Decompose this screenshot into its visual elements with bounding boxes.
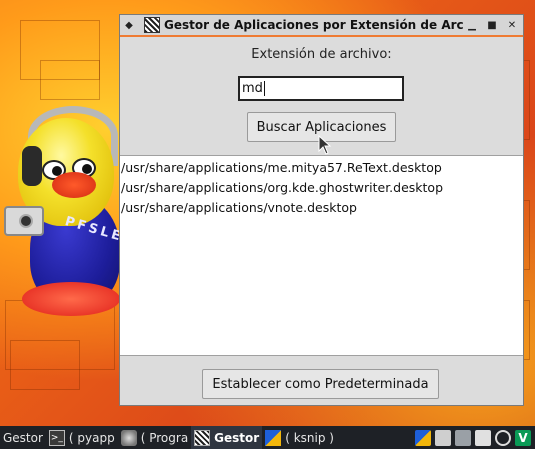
window-title: Gestor de Aplicaciones por Extensión de … <box>164 18 463 32</box>
taskbar-item-label: Gestor <box>214 430 260 445</box>
taskbar-item-progra[interactable]: ( Progra <box>118 426 191 449</box>
volume-icon[interactable] <box>435 429 451 446</box>
system-tray: V <box>415 429 535 446</box>
taskbar-item-label: Gestor <box>3 430 43 445</box>
taskbar-item-label: ( pyapp <box>68 430 115 445</box>
gnu-icon <box>120 429 137 446</box>
network-icon[interactable] <box>455 429 471 446</box>
close-button[interactable]: ✕ <box>503 16 521 34</box>
terminal-icon: >_ <box>48 429 65 446</box>
mouse-pointer-icon <box>318 135 332 155</box>
taskbar-item-pyapp[interactable]: >_ ( pyapp <box>46 426 118 449</box>
window-menu-icon[interactable]: ◆ <box>120 16 138 34</box>
camera-icon <box>4 206 44 236</box>
app-window: ◆ Gestor de Aplicaciones por Extensión d… <box>119 14 524 406</box>
extension-label: Extensión de archivo: <box>251 47 392 62</box>
text-caret <box>263 81 265 96</box>
ksnip-icon <box>265 429 282 446</box>
extension-input-value: md <box>242 81 263 96</box>
ksnip-tray-icon[interactable] <box>415 429 431 446</box>
list-item[interactable]: /usr/share/applications/org.kde.ghostwri… <box>120 178 523 198</box>
minimize-button[interactable]: ▁ <box>463 16 481 34</box>
taskbar: Gestor >_ ( pyapp ( Progra Gestor ( ksni… <box>0 426 535 449</box>
clock-icon[interactable] <box>495 429 511 446</box>
taskbar-item-label: ( Progra <box>140 430 189 445</box>
taskbar-item-gestor-active[interactable]: Gestor <box>191 426 263 449</box>
window-titlebar[interactable]: ◆ Gestor de Aplicaciones por Extensión d… <box>120 15 523 37</box>
taskbar-item-label: ( ksnip ) <box>285 430 334 445</box>
set-default-button[interactable]: Establecer como Predeterminada <box>202 369 439 399</box>
results-list[interactable]: /usr/share/applications/me.mitya57.ReTex… <box>120 155 523 356</box>
taskbar-item-ksnip[interactable]: ( ksnip ) <box>262 426 337 449</box>
app-icon <box>144 17 160 33</box>
document-icon[interactable] <box>475 429 491 446</box>
list-item[interactable]: /usr/share/applications/vnote.desktop <box>120 198 523 218</box>
extension-input[interactable]: md <box>238 76 404 101</box>
wallpaper-circuit <box>40 60 100 100</box>
maximize-button[interactable]: ■ <box>483 16 501 34</box>
list-item[interactable]: /usr/share/applications/me.mitya57.ReTex… <box>120 158 523 178</box>
tux-beak <box>52 172 96 198</box>
tux-earcup <box>22 146 42 186</box>
tux-feet <box>22 282 120 316</box>
app-icon <box>194 429 211 446</box>
wallpaper-circuit <box>10 340 80 390</box>
taskbar-item-gestor[interactable]: Gestor <box>0 426 46 449</box>
vim-icon[interactable]: V <box>515 429 531 446</box>
